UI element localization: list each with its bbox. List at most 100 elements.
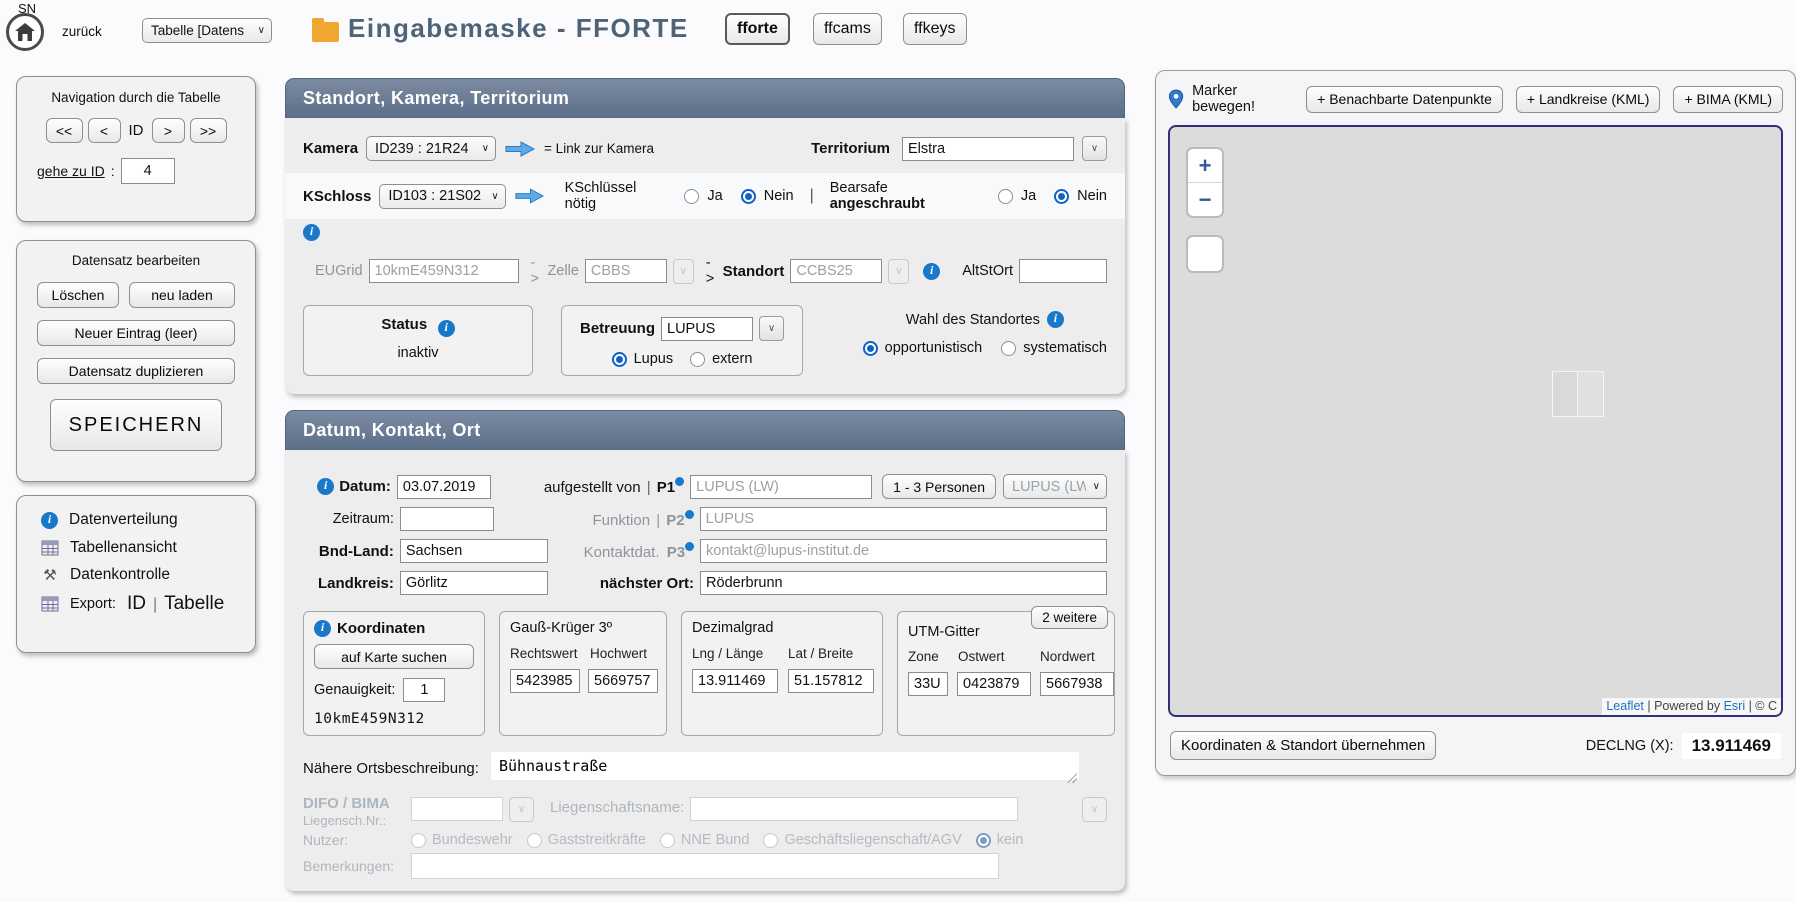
systematisch-radio[interactable]: [1001, 341, 1016, 356]
utm-nordwert-input[interactable]: [1040, 672, 1114, 696]
utm-ostwert-input[interactable]: [957, 672, 1031, 696]
chevron-down-icon: ∨: [258, 25, 265, 36]
eugrid-input: [369, 259, 519, 283]
gk-hochwert-input[interactable]: [588, 669, 658, 693]
camera-link-arrow-icon[interactable]: [504, 140, 536, 158]
territorium-dropdown-button[interactable]: ∨: [1082, 136, 1107, 161]
p1-input[interactable]: [690, 475, 872, 499]
bima-kml-button[interactable]: + BIMA (KML): [1673, 86, 1783, 113]
nav-first-button[interactable]: <<: [46, 118, 83, 143]
map-layers-control[interactable]: [1186, 235, 1224, 273]
kschloss-select[interactable]: ID103 : 21S02 ∨: [379, 184, 505, 209]
ort-label: nächster Ort:: [554, 575, 694, 592]
kamera-select[interactable]: ID239 : 21R24 ∨: [366, 136, 496, 161]
ortsbeschreibung-textarea[interactable]: Bühnaustraße: [491, 752, 1079, 780]
aufgestellt-label: aufgestellt von: [544, 479, 641, 496]
bndland-input[interactable]: [400, 539, 548, 563]
wahl-info-icon[interactable]: i: [1047, 311, 1064, 328]
p3-input[interactable]: [700, 539, 1107, 563]
nutzer-bundeswehr-label: Bundeswehr: [432, 832, 513, 848]
benachbarte-datenpunkte-button[interactable]: + Benachbarte Datenpunkte: [1306, 86, 1503, 113]
opportunistisch-radio[interactable]: [863, 341, 878, 356]
zelle-label: Zelle: [547, 263, 578, 279]
betreuung-input[interactable]: [661, 317, 753, 341]
tools-icon: ⚒: [41, 566, 59, 584]
genauigkeit-input[interactable]: [403, 678, 445, 702]
delete-button[interactable]: Löschen: [37, 282, 119, 308]
territorium-input[interactable]: [902, 137, 1074, 161]
datenverteilung-link[interactable]: i Datenverteilung: [41, 511, 255, 529]
kschluessel-nein-radio[interactable]: [741, 189, 756, 204]
landkreis-input[interactable]: [400, 571, 548, 595]
status-info-icon[interactable]: i: [438, 320, 455, 337]
weitere-button[interactable]: 2 weitere: [1031, 606, 1108, 629]
dez-lat-input[interactable]: [788, 669, 874, 693]
koordinaten-info-icon[interactable]: i: [314, 620, 331, 637]
home-icon[interactable]: [6, 13, 44, 51]
betreuung-lupus-radio[interactable]: [612, 352, 627, 367]
dez-lng-input[interactable]: [692, 669, 778, 693]
wahl-group: Wahl des Standortes i opportunistisch sy…: [863, 305, 1107, 376]
export-id-link[interactable]: ID: [127, 593, 146, 615]
map-panel: Marker bewegen! + Benachbarte Datenpunkt…: [1155, 70, 1796, 776]
p1-info-icon[interactable]: [675, 477, 684, 486]
standort-info-icon[interactable]: i: [923, 263, 940, 280]
personen-button[interactable]: 1 - 3 Personen: [882, 474, 996, 499]
altstort-input[interactable]: [1019, 259, 1107, 283]
kschloss-info-icon[interactable]: i: [303, 224, 320, 241]
export-tabelle-link[interactable]: Tabelle: [164, 593, 224, 615]
karte-suchen-button[interactable]: auf Karte suchen: [314, 644, 474, 669]
zeitraum-input[interactable]: [400, 507, 494, 531]
map-canvas[interactable]: + − Leaflet | Powered by Esri | © C: [1168, 125, 1783, 717]
nav-prev-button[interactable]: <: [88, 118, 121, 143]
app-window: SN zurück Tabelle [Datens ∨ Eingabemaske…: [0, 0, 1796, 902]
leaflet-link[interactable]: Leaflet: [1606, 699, 1644, 713]
datenkontrolle-link[interactable]: ⚒ Datenkontrolle: [41, 566, 255, 584]
bearsafe-ja-radio[interactable]: [998, 189, 1013, 204]
gk-rechtswert-input[interactable]: [510, 669, 580, 693]
ort-input[interactable]: [700, 571, 1107, 595]
p2-info-icon[interactable]: [685, 510, 694, 519]
kschloss-link-arrow-icon[interactable]: [514, 187, 545, 205]
nav-next-button[interactable]: >: [152, 118, 185, 143]
p3-info-icon[interactable]: [685, 542, 694, 551]
nav-last-button[interactable]: >>: [190, 118, 227, 143]
zoom-in-button[interactable]: +: [1188, 149, 1222, 182]
reload-button[interactable]: neu laden: [129, 282, 235, 308]
back-link[interactable]: zurück: [62, 24, 102, 39]
betreuung-extern-radio[interactable]: [690, 352, 705, 367]
tabellenansicht-link[interactable]: Tabellenansicht: [41, 539, 255, 557]
p1-select[interactable]: LUPUS (LW ∨: [1003, 474, 1107, 499]
datum-input[interactable]: [397, 475, 491, 499]
liegensch-nr-label: Liegensch.Nr.:: [303, 813, 411, 828]
betreuung-dropdown-button[interactable]: ∨: [759, 316, 784, 341]
kschluessel-ja-radio[interactable]: [684, 189, 699, 204]
esri-link[interactable]: Esri: [1724, 699, 1746, 713]
p3-label: P3: [667, 544, 685, 561]
utm-zone-input[interactable]: [908, 672, 948, 696]
gk-col-hochwert: Hochwert: [590, 646, 647, 661]
save-button[interactable]: SPEICHERN: [50, 399, 222, 451]
standort-label: Standort: [723, 263, 785, 280]
table-select[interactable]: Tabelle [Datens ∨: [142, 18, 272, 43]
utm-col-ostwert: Ostwert: [958, 649, 1030, 664]
wahl-label: Wahl des Standortes: [906, 312, 1040, 328]
landkreise-kml-button[interactable]: + Landkreise (KML): [1516, 86, 1661, 113]
marker-pin-icon: [1168, 88, 1184, 110]
zoom-out-button[interactable]: −: [1188, 183, 1222, 216]
koordinaten-uebernehmen-button[interactable]: Koordinaten & Standort übernehmen: [1170, 731, 1436, 760]
duplicate-button[interactable]: Datensatz duplizieren: [37, 358, 235, 384]
new-entry-button[interactable]: Neuer Eintrag (leer): [37, 320, 235, 346]
gauss-krueger-box: Gauß-Krüger 3º Rechtswert Hochwert: [499, 611, 667, 736]
goto-id-colon: :: [111, 163, 115, 179]
goto-id-link[interactable]: gehe zu ID: [37, 163, 105, 179]
table-icon: [41, 596, 59, 612]
ffkeys-button[interactable]: ffkeys: [903, 13, 967, 45]
p2-input[interactable]: [700, 507, 1107, 531]
datum-info-icon[interactable]: i: [317, 478, 334, 495]
fforte-button[interactable]: fforte: [725, 13, 790, 45]
ffcams-button[interactable]: ffcams: [813, 13, 882, 45]
bearsafe-nein-radio[interactable]: [1054, 189, 1069, 204]
systematisch-label: systematisch: [1023, 340, 1107, 356]
goto-id-input[interactable]: [121, 158, 175, 184]
